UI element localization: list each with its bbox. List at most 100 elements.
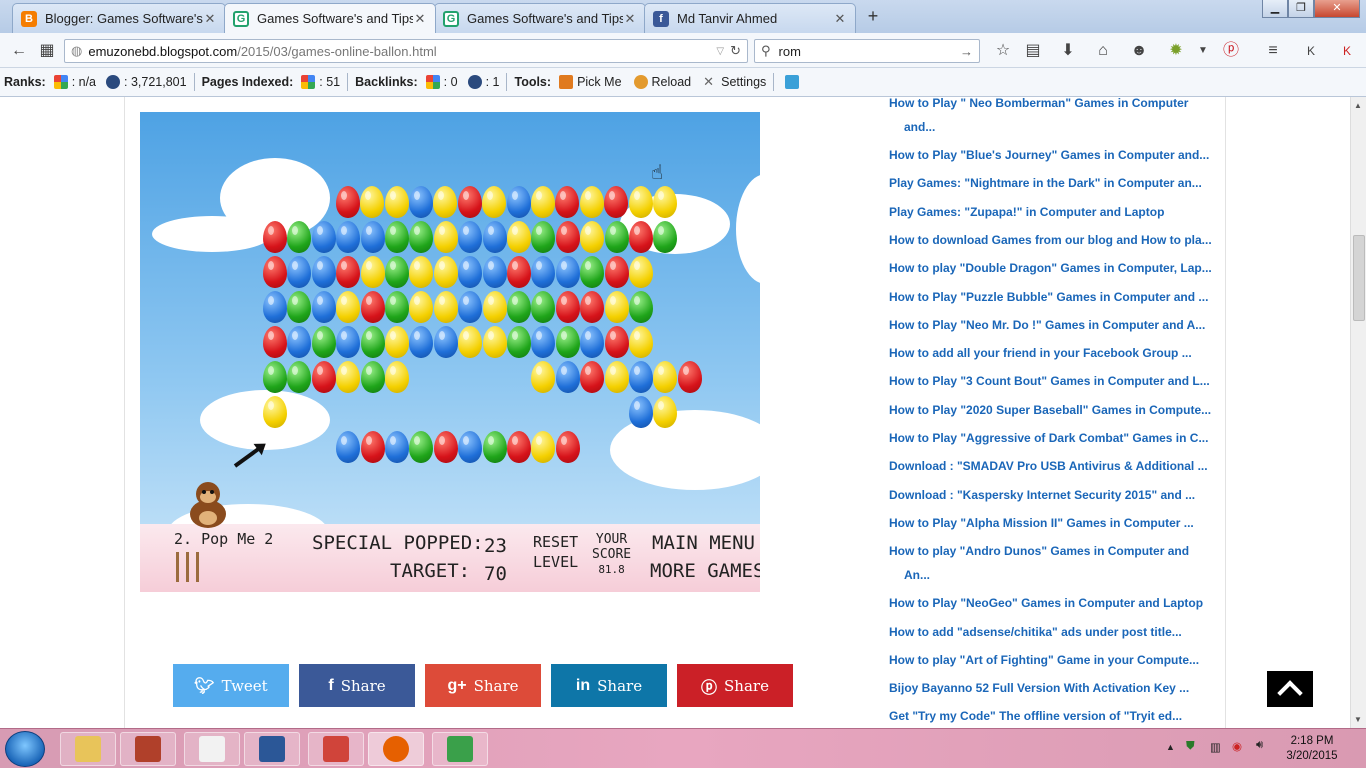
balloon[interactable] bbox=[507, 256, 531, 288]
balloon[interactable] bbox=[555, 431, 580, 463]
balloon[interactable] bbox=[336, 256, 361, 288]
extension-k2-icon[interactable]: K bbox=[1334, 39, 1360, 63]
balloon[interactable] bbox=[482, 326, 507, 358]
post-link[interactable]: How to Play "Blue's Journey" Games in Co… bbox=[889, 143, 1209, 167]
post-link[interactable]: Play Games: "Nightmare in the Dark" in C… bbox=[889, 171, 1202, 195]
balloon[interactable] bbox=[360, 431, 385, 463]
balloon[interactable] bbox=[482, 221, 507, 253]
balloon[interactable] bbox=[336, 221, 361, 253]
balloon[interactable] bbox=[385, 431, 409, 463]
show-hidden-icons-icon[interactable]: ▲ bbox=[1166, 742, 1175, 752]
balloon[interactable] bbox=[263, 326, 287, 358]
minimize-button[interactable]: ▁ bbox=[1262, 0, 1288, 18]
balloon[interactable] bbox=[653, 186, 677, 218]
pinterest-share-button[interactable]: ⓟ Share bbox=[677, 664, 793, 707]
balloon[interactable] bbox=[531, 361, 556, 393]
balloon[interactable] bbox=[287, 361, 312, 393]
scroll-up-icon[interactable]: ▲ bbox=[1354, 101, 1362, 110]
balloon[interactable] bbox=[263, 291, 287, 323]
taskbar-library-button[interactable] bbox=[184, 732, 240, 766]
vertical-scrollbar[interactable]: ▲ ▼ bbox=[1350, 97, 1366, 729]
balloon[interactable] bbox=[653, 221, 678, 253]
tab-facebook[interactable]: f Md Tanvir Ahmed ✕ bbox=[644, 3, 856, 33]
tweet-button[interactable]: 🐦︎ Tweet bbox=[173, 664, 289, 707]
more-games-button[interactable]: MORE GAMES bbox=[650, 560, 760, 582]
taskbar-word-button[interactable] bbox=[244, 732, 300, 766]
tab-groups-icon[interactable]: ▦ bbox=[34, 39, 60, 63]
reload-icon[interactable]: ↻ bbox=[730, 43, 741, 59]
balloon[interactable] bbox=[287, 256, 312, 288]
balloon[interactable] bbox=[482, 186, 507, 218]
balloon[interactable] bbox=[555, 186, 580, 218]
addon-gear-icon[interactable]: ✹ bbox=[1163, 39, 1189, 63]
balloon[interactable] bbox=[629, 221, 653, 253]
balloon[interactable] bbox=[311, 256, 336, 288]
tab-games-software-active[interactable]: G Games Software's and Tips... ✕ bbox=[224, 3, 436, 33]
balloon[interactable] bbox=[311, 291, 336, 323]
balloon[interactable] bbox=[311, 361, 336, 393]
balloon[interactable] bbox=[409, 291, 434, 323]
taskbar-explorer-button[interactable] bbox=[60, 732, 116, 766]
balloon[interactable] bbox=[263, 361, 287, 393]
taskbar-firefox-button[interactable] bbox=[368, 732, 424, 766]
balloon[interactable] bbox=[555, 291, 580, 323]
balloon[interactable] bbox=[531, 186, 555, 218]
post-link[interactable]: How to play "Double Dragon" Games in Com… bbox=[889, 256, 1212, 280]
balloon[interactable] bbox=[580, 256, 605, 288]
taskbar-bijoy-button[interactable] bbox=[308, 732, 364, 766]
balloon[interactable] bbox=[531, 431, 556, 463]
balloon[interactable] bbox=[629, 256, 653, 288]
balloon[interactable] bbox=[385, 221, 409, 253]
balloon[interactable] bbox=[629, 361, 653, 393]
chevron-down-icon[interactable]: ▼ bbox=[1190, 39, 1216, 63]
balloon[interactable] bbox=[409, 256, 434, 288]
maximize-button[interactable]: ❐ bbox=[1288, 0, 1314, 18]
main-menu-button[interactable]: MAIN MENU bbox=[652, 532, 755, 554]
balloon[interactable] bbox=[555, 361, 580, 393]
balloon[interactable] bbox=[263, 256, 287, 288]
pick-me-button[interactable]: Pick Me bbox=[577, 75, 621, 89]
balloon[interactable] bbox=[409, 221, 434, 253]
taskbar-idm-button[interactable] bbox=[432, 732, 488, 766]
balloon[interactable] bbox=[604, 256, 629, 288]
balloon[interactable] bbox=[335, 186, 360, 218]
balloon[interactable] bbox=[433, 256, 458, 288]
balloon[interactable] bbox=[555, 221, 580, 253]
post-link[interactable]: How to download Games from our blog and … bbox=[889, 228, 1212, 252]
balloon[interactable] bbox=[531, 291, 556, 323]
url-bar[interactable]: ◍ emuzonebd.blogspot.com/2015/03/games-o… bbox=[64, 39, 748, 63]
balloon[interactable] bbox=[531, 221, 556, 253]
scrollbar-thumb[interactable] bbox=[1353, 235, 1365, 321]
balloon[interactable] bbox=[604, 361, 629, 393]
balloon[interactable] bbox=[629, 326, 653, 358]
home-icon[interactable]: ⌂ bbox=[1090, 39, 1116, 63]
balloon[interactable] bbox=[507, 326, 531, 358]
balloon[interactable] bbox=[580, 326, 605, 358]
balloon[interactable] bbox=[507, 431, 531, 463]
close-window-button[interactable]: ✕ bbox=[1314, 0, 1360, 18]
balloon-game-canvas[interactable]: 2. Pop Me 2 SPECIAL POPPED: 23 TARGET: 7… bbox=[140, 112, 760, 592]
balloon[interactable] bbox=[458, 431, 483, 463]
balloon[interactable] bbox=[555, 256, 580, 288]
balloon[interactable] bbox=[433, 186, 458, 218]
linkedin-share-button[interactable]: in Share bbox=[551, 664, 667, 707]
tab-games-software[interactable]: G Games Software's and Tips... ✕ bbox=[434, 3, 646, 33]
network-icon[interactable]: ▥ bbox=[1210, 740, 1221, 754]
settings-button[interactable]: Settings bbox=[721, 75, 766, 89]
tab-blogger[interactable]: B Blogger: Games Software's ... ✕ bbox=[12, 3, 226, 33]
balloon[interactable] bbox=[287, 326, 312, 358]
post-link[interactable]: How to play "Andro Dunos" Games in Compu… bbox=[889, 539, 1194, 587]
balloon[interactable] bbox=[336, 361, 361, 393]
close-icon[interactable]: ✕ bbox=[203, 11, 217, 27]
back-to-top-button[interactable] bbox=[1267, 671, 1313, 707]
balloon[interactable] bbox=[409, 186, 433, 218]
balloon[interactable] bbox=[311, 326, 336, 358]
post-link[interactable]: How to Play "Aggressive of Dark Combat" … bbox=[889, 426, 1208, 450]
balloon[interactable] bbox=[580, 221, 605, 253]
balloon[interactable] bbox=[385, 256, 409, 288]
balloon[interactable] bbox=[580, 361, 605, 393]
balloon[interactable] bbox=[336, 326, 361, 358]
balloon[interactable] bbox=[458, 291, 483, 323]
balloon[interactable] bbox=[263, 221, 287, 253]
balloon[interactable] bbox=[385, 291, 409, 323]
